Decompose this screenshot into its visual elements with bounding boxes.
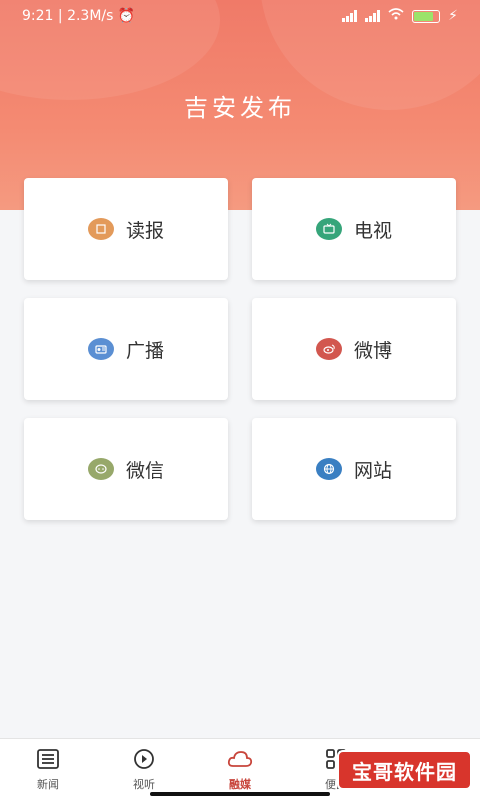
status-left: 9:21 | 2.3M/s ⏰ (22, 8, 136, 24)
tab-label: 新闻 (37, 777, 59, 791)
home-indicator (150, 792, 330, 796)
tab-media[interactable]: 视听 (96, 739, 192, 800)
media-grid: 读报 电视 广播 微博 微信 网站 (24, 178, 456, 520)
status-right: ⚡ (342, 8, 458, 24)
tab-label: 融媒 (229, 777, 251, 791)
app-title: 吉安发布 (184, 94, 296, 122)
watermark-badge: 宝哥软件园 (337, 750, 472, 790)
card-newspaper[interactable]: 读报 (24, 178, 228, 280)
status-bar: 9:21 | 2.3M/s ⏰ ⚡ (0, 0, 480, 32)
battery-icon (412, 9, 441, 23)
alarm-icon: ⏰ (117, 8, 136, 24)
card-label: 网站 (353, 459, 392, 482)
newspaper-icon (87, 218, 114, 240)
wifi-icon (388, 8, 404, 24)
signal-icon-2 (365, 10, 381, 22)
tab-rongmei[interactable]: 融媒 (192, 739, 288, 800)
card-weibo[interactable]: 微博 (252, 298, 456, 400)
list-icon (37, 748, 59, 769)
weibo-icon (315, 338, 342, 360)
tv-icon (315, 218, 342, 240)
card-tv[interactable]: 电视 (252, 178, 456, 280)
status-network-speed: 2.3M/s (67, 8, 114, 24)
signal-icon (342, 10, 358, 22)
status-time: 9:21 (22, 8, 54, 24)
wechat-icon (87, 458, 114, 480)
card-radio[interactable]: 广播 (24, 298, 228, 400)
tab-news[interactable]: 新闻 (0, 739, 96, 800)
card-label: 微信 (125, 459, 164, 482)
tab-label: 视听 (133, 777, 155, 791)
card-label: 读报 (125, 219, 164, 242)
card-label: 微博 (353, 339, 392, 362)
card-label: 电视 (353, 219, 392, 242)
card-wechat[interactable]: 微信 (24, 418, 228, 520)
card-website[interactable]: 网站 (252, 418, 456, 520)
radio-icon (87, 338, 114, 360)
globe-icon (315, 458, 342, 480)
battery-fill (414, 11, 434, 21)
card-label: 广播 (125, 339, 164, 362)
play-icon (134, 748, 154, 769)
cloud-icon (227, 750, 253, 767)
charging-icon: ⚡ (448, 8, 458, 24)
